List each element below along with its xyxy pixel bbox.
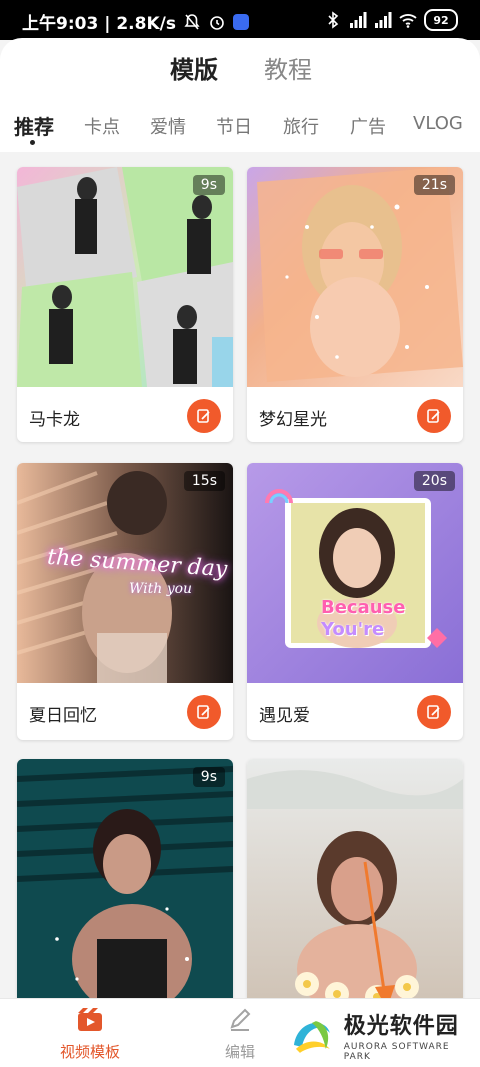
- template-thumbnail[interactable]: 9s: [17, 759, 233, 1009]
- duration-badge: 15s: [183, 471, 225, 491]
- watermark: 极光软件园 AURORA SOFTWARE PARK: [280, 1002, 480, 1067]
- nav-label: 视频模板: [59, 1043, 120, 1061]
- category-vlog[interactable]: VLOG: [413, 113, 463, 134]
- template-card[interactable]: Because You're 20s 遇见爱: [247, 463, 463, 740]
- bluetooth-icon: [328, 11, 339, 29]
- template-thumbnail[interactable]: 9s: [17, 167, 233, 387]
- duration-badge: 9s: [192, 767, 225, 787]
- template-thumbnail[interactable]: the summer day With you 15s: [17, 463, 233, 683]
- tab-templates[interactable]: 模版: [170, 50, 218, 85]
- floral-portrait-image: [247, 759, 463, 1009]
- edit-icon: [197, 705, 210, 719]
- edit-template-button[interactable]: [187, 399, 221, 433]
- overlay-text-2: You're: [321, 619, 385, 640]
- mute-bell-icon: [184, 13, 200, 30]
- edit-template-button[interactable]: [187, 695, 221, 729]
- duration-badge: 20s: [413, 471, 455, 491]
- edit-icon: [427, 409, 440, 423]
- top-header: 模版 教程 推荐 卡点 爱情 节日 旅行 广告 VLOG: [0, 38, 480, 152]
- category-recommended[interactable]: 推荐: [14, 111, 54, 140]
- template-card[interactable]: 9s: [17, 759, 233, 1009]
- screen: 上午9:03 | 2.8K/s 92 模版 教程 推荐 卡点 爱情 节日 旅行 …: [0, 0, 480, 1067]
- watermark-subtitle: AURORA SOFTWARE PARK: [343, 1041, 450, 1062]
- template-title: 遇见爱: [259, 706, 310, 726]
- nav-label: 编辑: [224, 1043, 255, 1061]
- template-card[interactable]: [247, 759, 463, 1009]
- dreamy-starlight-image: [247, 167, 463, 387]
- neon-portrait-image: [17, 759, 233, 1009]
- duration-badge: 21s: [413, 175, 455, 195]
- nav-edit[interactable]: 编辑: [190, 1007, 290, 1062]
- edit-icon: [197, 409, 210, 423]
- template-card[interactable]: 9s 马卡龙: [17, 167, 233, 442]
- template-title: 梦幻星光: [259, 410, 327, 430]
- battery-icon: 92: [424, 9, 458, 31]
- status-bar: 上午9:03 | 2.8K/s 92: [0, 0, 480, 40]
- nav-video-templates[interactable]: 视频模板: [40, 1007, 140, 1062]
- pencil-icon: [230, 1008, 251, 1031]
- status-left: 上午9:03 | 2.8K/s: [22, 9, 249, 34]
- overlay-text-1: Because: [321, 597, 406, 618]
- annotation-arrow: [363, 861, 395, 1009]
- edit-template-button[interactable]: [417, 695, 451, 729]
- app-notification-icon: [232, 13, 249, 30]
- duration-badge: 9s: [192, 175, 225, 195]
- top-tabs: 模版 教程: [0, 38, 480, 98]
- template-thumbnail[interactable]: [247, 759, 463, 1009]
- status-time-speed: 上午9:03 | 2.8K/s: [22, 14, 176, 34]
- watermark-title: 极光软件园: [343, 1013, 459, 1039]
- tab-tutorials[interactable]: 教程: [264, 50, 312, 85]
- edit-template-button[interactable]: [417, 399, 451, 433]
- template-thumbnail[interactable]: 21s: [247, 167, 463, 387]
- category-love[interactable]: 爱情: [150, 113, 186, 139]
- active-category-indicator: [30, 140, 35, 145]
- meet-love-image: [247, 463, 463, 683]
- template-card[interactable]: the summer day With you 15s 夏日回忆: [17, 463, 233, 740]
- category-holiday[interactable]: 节日: [216, 113, 252, 139]
- template-grid: 9s 马卡龙 21s 梦幻星光 the summer day With you …: [0, 152, 480, 1009]
- aurora-logo: [287, 1010, 336, 1059]
- status-right: 92: [324, 9, 458, 31]
- overlay-subtext: With you: [129, 581, 193, 597]
- template-title: 夏日回忆: [29, 706, 97, 726]
- template-thumbnail[interactable]: Because You're 20s: [247, 463, 463, 683]
- alarm-icon: [210, 15, 224, 30]
- template-card[interactable]: 21s 梦幻星光: [247, 167, 463, 442]
- macaron-collage-image: [17, 167, 233, 387]
- category-travel[interactable]: 旅行: [283, 113, 319, 139]
- video-template-icon: [78, 1008, 102, 1031]
- category-tabs: 推荐 卡点 爱情 节日 旅行 广告 VLOG: [0, 108, 480, 148]
- signal-icon-2: [375, 12, 392, 28]
- template-title: 马卡龙: [29, 410, 80, 430]
- category-beat[interactable]: 卡点: [84, 113, 120, 139]
- category-ads[interactable]: 广告: [350, 113, 386, 139]
- edit-icon: [427, 705, 440, 719]
- signal-icon: [350, 12, 367, 28]
- wifi-icon: [399, 14, 417, 28]
- battery-level: 92: [433, 13, 449, 27]
